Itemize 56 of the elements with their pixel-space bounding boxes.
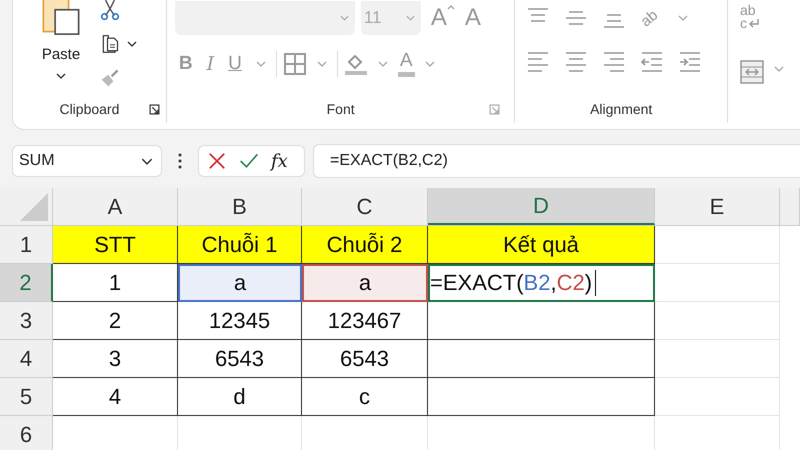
table-cell: Chuỗi 1 bbox=[178, 226, 302, 264]
scissors-icon[interactable] bbox=[99, 0, 121, 20]
table-cell: 6543 bbox=[178, 340, 302, 378]
table-cell: d bbox=[178, 378, 302, 416]
borders-icon[interactable] bbox=[282, 52, 307, 76]
align-right-icon[interactable] bbox=[603, 50, 626, 72]
table-cell: 6543 bbox=[302, 340, 428, 378]
formula-field[interactable]: =EXACT(B2,C2) bbox=[313, 144, 800, 178]
row-header[interactable]: 6 bbox=[0, 416, 53, 450]
decrease-indent-icon[interactable] bbox=[641, 50, 664, 72]
row-header[interactable]: 2 bbox=[0, 264, 53, 302]
caret-icon bbox=[406, 15, 415, 21]
more-options-icon[interactable] bbox=[178, 153, 182, 169]
table-cell: 12345 bbox=[178, 302, 302, 340]
caret-icon bbox=[141, 158, 153, 164]
paintbrush-icon[interactable] bbox=[99, 68, 121, 88]
table-cell: c bbox=[302, 378, 428, 416]
row-header[interactable]: 5 bbox=[0, 378, 53, 416]
group-label: Alignment bbox=[590, 101, 652, 117]
group-label: Font bbox=[326, 101, 355, 117]
column-header[interactable]: D bbox=[428, 188, 655, 225]
merge-cells-icon[interactable] bbox=[740, 60, 764, 84]
align-left-icon[interactable] bbox=[527, 50, 550, 72]
triangle-icon bbox=[20, 193, 48, 221]
clipboard-icon[interactable] bbox=[40, 0, 82, 38]
row-header[interactable]: 4 bbox=[0, 340, 53, 378]
active-cell[interactable]: =EXACT(B2,C2) bbox=[428, 264, 655, 302]
align-center-icon[interactable] bbox=[565, 50, 588, 72]
table-cell: a bbox=[178, 264, 302, 302]
close-icon[interactable] bbox=[207, 152, 227, 170]
insert-function-button[interactable]: fx bbox=[271, 150, 288, 172]
table-cell: Chuỗi 2 bbox=[302, 226, 428, 264]
table-cell: 4 bbox=[53, 378, 178, 416]
table-cell: a bbox=[302, 264, 428, 302]
caret-icon bbox=[340, 15, 349, 21]
column-header[interactable]: A bbox=[53, 188, 178, 225]
table-cell: 3 bbox=[53, 340, 178, 378]
group-label: Clipboard bbox=[59, 101, 120, 117]
table-cell: STT bbox=[53, 226, 178, 264]
name-box[interactable]: SUM bbox=[12, 145, 162, 177]
row-header[interactable]: 1 bbox=[0, 226, 53, 264]
column-header[interactable]: E bbox=[655, 188, 780, 225]
caret-up-icon bbox=[446, 4, 455, 10]
font-size-value: 11 bbox=[364, 8, 382, 28]
caret-icon[interactable] bbox=[127, 41, 137, 47]
increase-indent-icon[interactable] bbox=[679, 50, 702, 72]
row-header[interactable]: 3 bbox=[0, 302, 53, 340]
return-arrow-icon bbox=[748, 18, 760, 28]
caret-icon[interactable] bbox=[56, 73, 66, 79]
paste-button[interactable]: Paste bbox=[42, 46, 80, 63]
column-header[interactable]: B bbox=[178, 188, 302, 225]
table-cell: 2 bbox=[53, 302, 178, 340]
table-cell: Kết quả bbox=[428, 226, 655, 264]
table-cell: 123467 bbox=[302, 302, 428, 340]
checkmark-icon[interactable] bbox=[239, 152, 259, 170]
dialog-launcher-icon[interactable] bbox=[148, 104, 160, 115]
